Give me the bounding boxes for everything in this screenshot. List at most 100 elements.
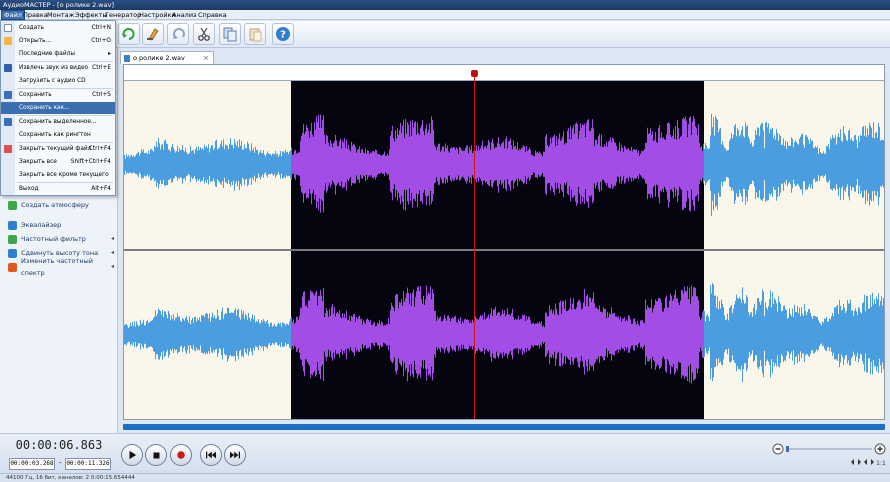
- effect-frequency-filter[interactable]: Частотный фильтр ◂: [8, 233, 116, 245]
- redo-icon: [122, 28, 135, 40]
- chevron-left-icon: ◂: [110, 235, 114, 242]
- menu-item-save-as[interactable]: Сохранить как...: [1, 102, 115, 114]
- submenu-arrow-icon: ▸: [108, 51, 111, 57]
- waveform-selected: [291, 114, 704, 213]
- selection-end-field[interactable]: 00:00:11.326: [65, 458, 111, 470]
- menu-item-close-all[interactable]: Закрыть все Shift+Ctrl+F4: [1, 156, 115, 168]
- rewind-icon: [206, 451, 216, 459]
- menu-item-save-selection[interactable]: Сохранить выделенное...: [1, 116, 115, 128]
- menu-item-label: Создать: [19, 25, 45, 31]
- forward-icon: [230, 451, 240, 459]
- menu-item-close-others[interactable]: Закрыть все кроме текущего: [1, 169, 115, 181]
- menu-item-create[interactable]: Создать Ctrl+N: [1, 22, 115, 34]
- audio-file-icon: [124, 55, 130, 62]
- help-button[interactable]: ?: [272, 23, 294, 45]
- selection-start-field[interactable]: 00:00:03.268: [9, 458, 55, 470]
- effect-equalizer[interactable]: Эквалайзер: [8, 219, 116, 231]
- horizontal-scrollbar[interactable]: [123, 424, 885, 430]
- menu-item-close-current[interactable]: Закрыть текущий файл Ctrl+F4: [1, 143, 115, 155]
- rewind-button[interactable]: [200, 444, 222, 466]
- playhead-marker[interactable]: [471, 70, 478, 77]
- file-menu-dropdown: Создать Ctrl+N Открыть... Ctrl+O Последние…: [0, 20, 116, 196]
- menu-item-load-cd[interactable]: Загрузить с аудио CD: [1, 75, 115, 87]
- scissors-icon: [198, 27, 210, 41]
- tab-document[interactable]: о ролике 2.wav ×: [120, 51, 214, 64]
- stop-button[interactable]: [145, 444, 167, 466]
- toolbar: ?: [0, 21, 890, 48]
- edit-tool-button[interactable]: [142, 23, 164, 45]
- menu-bar: Файл Правка Монтаж Эффекты Генератор Нас…: [0, 10, 890, 20]
- effect-label: Изменить частотный спектр: [21, 257, 93, 277]
- menu-item-label: Закрыть текущий файл: [19, 146, 92, 152]
- menu-help[interactable]: Справка: [196, 10, 229, 20]
- menu-item-recent[interactable]: Последние файлы ▸: [1, 48, 115, 60]
- video-extract-icon: [4, 64, 12, 72]
- cut-button[interactable]: [193, 23, 215, 45]
- playhead-line: [474, 71, 475, 419]
- waveform-selected: [291, 285, 704, 384]
- menu-item-extract-audio[interactable]: Извлечь звук из видео Ctrl+E: [1, 62, 115, 74]
- effect-label: Создать атмосферу: [21, 201, 89, 209]
- waveform-channel-left: [124, 113, 884, 216]
- timeline-ruler[interactable]: [124, 65, 884, 81]
- menu-item-shortcut: Ctrl+O: [91, 38, 111, 44]
- menu-item-label: Выход: [19, 186, 39, 192]
- close-icon[interactable]: ×: [203, 52, 209, 64]
- redo-button[interactable]: [118, 23, 140, 45]
- effect-spectrum[interactable]: Изменить частотный спектр ◂: [8, 257, 116, 277]
- close-file-icon: [4, 145, 12, 153]
- menu-item-label: Сохранить выделенное...: [19, 119, 97, 125]
- paste-icon: [249, 28, 262, 42]
- copy-button[interactable]: [219, 23, 241, 45]
- folder-open-icon: [4, 37, 12, 45]
- marker-icon: [147, 28, 159, 41]
- menu-item-label: Сохранить как...: [19, 105, 70, 111]
- menu-item-shortcut: Ctrl+E: [92, 65, 111, 71]
- menu-item-label: Закрыть все кроме текущего: [19, 172, 109, 178]
- menu-item-save[interactable]: Сохранить Ctrl+S: [1, 89, 115, 101]
- stop-icon: [153, 452, 159, 458]
- fit-selection-icon: [864, 459, 874, 465]
- menu-item-open[interactable]: Открыть... Ctrl+O: [1, 35, 115, 47]
- forward-button[interactable]: [224, 444, 246, 466]
- zoom-slider[interactable]: [772, 442, 886, 456]
- undo-icon: [173, 28, 185, 39]
- equalizer-icon: [8, 220, 17, 230]
- menu-item-label: Последние файлы: [19, 51, 75, 57]
- zoom-fit-buttons[interactable]: 1:1: [850, 456, 888, 468]
- menu-item-shortcut: Ctrl+S: [92, 92, 111, 98]
- play-icon: [129, 450, 137, 460]
- paste-button[interactable]: [244, 23, 266, 45]
- menu-item-shortcut: Shift+Ctrl+F4: [70, 159, 111, 165]
- waveform-editor[interactable]: [123, 64, 885, 420]
- copy-icon: [223, 27, 237, 42]
- menu-item-label: Загрузить с аудио CD: [19, 78, 86, 84]
- waveform-channel-right: [124, 283, 884, 384]
- menu-item-shortcut: Ctrl+N: [91, 25, 111, 31]
- menu-item-label: Открыть...: [19, 38, 52, 44]
- menu-item-exit[interactable]: Выход Alt+F4: [1, 183, 115, 195]
- menu-item-label: Сохранить как рингтон: [19, 132, 91, 138]
- undo-button[interactable]: [167, 23, 189, 45]
- help-icon: ?: [276, 27, 290, 41]
- record-button[interactable]: [170, 444, 192, 466]
- chevron-left-icon: ◂: [110, 263, 114, 270]
- menu-item-label: Сохранить: [19, 92, 52, 98]
- play-button[interactable]: [121, 444, 143, 466]
- effect-label: Эквалайзер: [21, 221, 62, 229]
- status-bar: 44100 Гц, 16 бит, каналов: 2 0:00:15.654…: [0, 473, 890, 482]
- menu-analysis[interactable]: Анализ: [170, 10, 199, 20]
- effect-atmosphere[interactable]: Создать атмосферу: [8, 199, 116, 211]
- atmosphere-icon: [8, 200, 17, 210]
- menu-item-shortcut: Ctrl+F4: [88, 146, 111, 152]
- new-file-icon: [4, 24, 12, 32]
- save-icon: [4, 91, 12, 99]
- current-time: 00:00:06.863: [15, 438, 103, 452]
- record-icon: [177, 451, 185, 459]
- menu-item-shortcut: Alt+F4: [91, 186, 111, 192]
- spectrum-icon: [8, 262, 17, 272]
- menu-montage[interactable]: Монтаж: [45, 10, 76, 20]
- pitch-icon: [8, 248, 17, 258]
- menu-item-save-ringtone[interactable]: Сохранить как рингтон: [1, 129, 115, 141]
- menu-item-label: Закрыть все: [19, 159, 57, 165]
